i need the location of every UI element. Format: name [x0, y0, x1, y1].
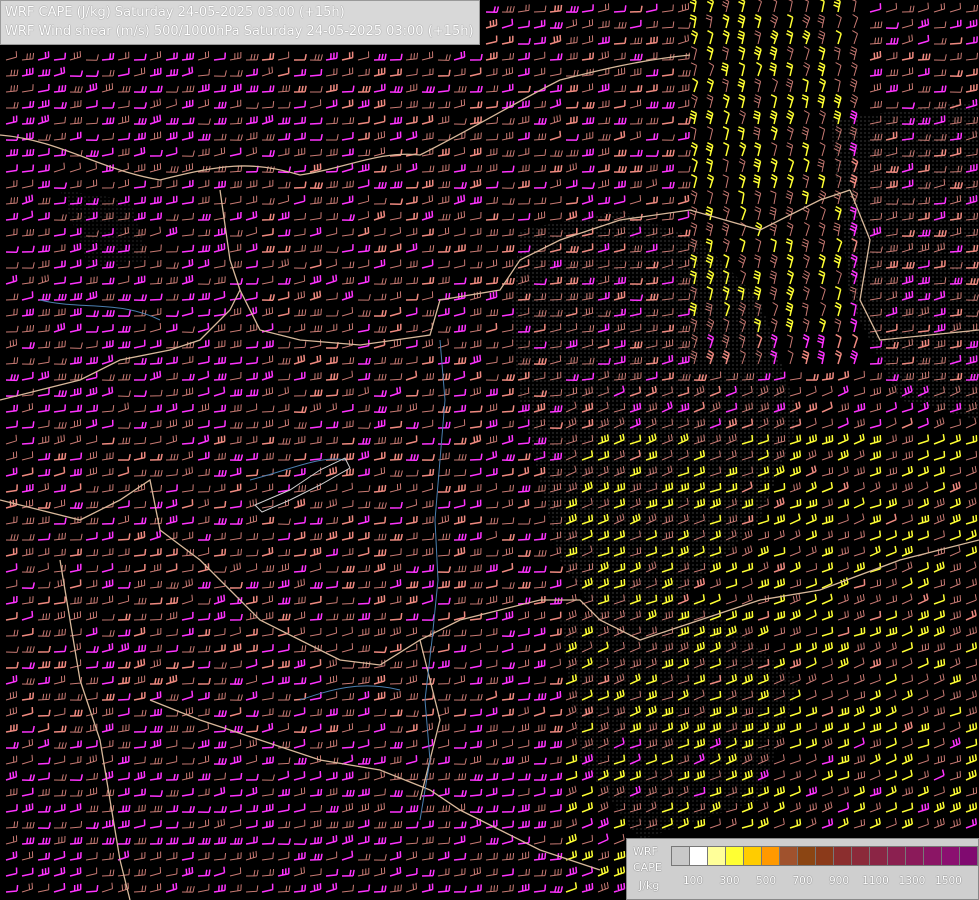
legend-color-cell: [851, 846, 870, 866]
legend-color-scale: [671, 846, 978, 866]
legend-title-variable: CAPE: [633, 861, 662, 874]
cape-title: WRF CAPE (J/kg) Saturday 24-05-2025 03:0…: [5, 5, 345, 20]
legend-unit: J/kg: [639, 879, 660, 892]
legend-color-cell: [671, 846, 690, 866]
legend-tick-label: 100: [682, 875, 704, 887]
legend-tick-label: 1500: [935, 875, 962, 887]
legend-color-cell: [959, 846, 978, 866]
legend-tick-label: 500: [755, 875, 777, 887]
legend-tick-label: 1100: [862, 875, 889, 887]
legend-color-cell: [833, 846, 852, 866]
legend-color-cell: [905, 846, 924, 866]
legend-color-cell: [725, 846, 744, 866]
map-title-box: WRF CAPE (J/kg) Saturday 24-05-2025 03:0…: [0, 0, 480, 45]
cape-legend: WRF CAPE J/kg 100 300 500 700 900 1100 1300 150…: [626, 838, 979, 900]
legend-color-cell: [761, 846, 780, 866]
legend-tick-label: 900: [828, 875, 850, 887]
legend-tick-labels: 100 300 500 700 900 1100 1300 1500: [671, 875, 971, 889]
legend-color-cell: [689, 846, 708, 866]
wind-shear-map: [0, 0, 979, 900]
legend-color-cell: [923, 846, 942, 866]
legend-color-cell: [779, 846, 798, 866]
legend-tick-label: 300: [719, 875, 740, 887]
wind-shear-title: WRF Wind shear (m/s) 500/1000hPa Saturda…: [5, 24, 474, 39]
legend-color-cell: [815, 846, 834, 866]
legend-color-cell: [887, 846, 906, 866]
legend-color-cell: [869, 846, 888, 866]
legend-tick-label: 1300: [898, 875, 926, 887]
legend-color-cell: [797, 846, 816, 866]
legend-color-cell: [941, 846, 960, 866]
legend-color-cell: [743, 846, 762, 866]
legend-tick-label: 700: [792, 875, 813, 887]
legend-color-cell: [707, 846, 726, 866]
legend-title-model: WRF: [633, 845, 658, 858]
